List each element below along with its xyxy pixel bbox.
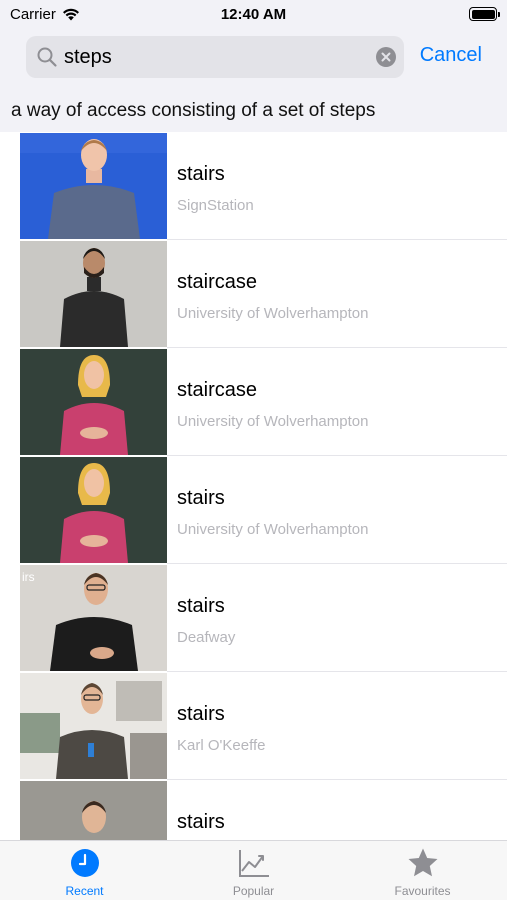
clock-icon <box>69 847 101 879</box>
results-list: stairs SignStation staircase University … <box>0 132 507 840</box>
signer-image <box>20 673 167 779</box>
result-title: stairs <box>177 811 225 833</box>
signer-image <box>20 349 167 455</box>
clear-search-icon[interactable] <box>376 47 396 67</box>
tab-popular[interactable]: Popular <box>169 841 338 900</box>
tab-label: Favourites <box>394 884 451 898</box>
result-title: staircase <box>177 379 258 401</box>
video-thumbnail <box>20 241 167 347</box>
chart-icon <box>238 847 270 879</box>
status-time: 12:40 AM <box>220 6 287 23</box>
signer-image <box>20 781 167 840</box>
result-title: stairs <box>177 487 225 509</box>
result-row[interactable]: stairs University of Wolverhampton <box>0 456 507 564</box>
result-title: stairs <box>177 595 225 617</box>
search-field[interactable]: steps <box>26 36 404 78</box>
search-icon <box>37 47 57 67</box>
result-source: University of Wolverhampton <box>177 521 369 538</box>
result-title: stairs <box>177 703 225 725</box>
video-thumbnail <box>20 133 167 239</box>
thumbnail-caption: irs <box>22 570 35 584</box>
result-source: University of Wolverhampton <box>177 413 369 430</box>
tab-favourites[interactable]: Favourites <box>338 841 507 900</box>
signer-image <box>20 133 167 239</box>
search-header: steps Cancel <box>0 30 507 90</box>
cancel-button[interactable]: Cancel <box>420 44 482 67</box>
video-thumbnail <box>20 349 167 455</box>
definition-bar: a way of access consisting of a set of s… <box>0 90 507 132</box>
signer-image <box>20 241 167 347</box>
result-row[interactable]: staircase University of Wolverhampton <box>0 240 507 348</box>
video-thumbnail <box>20 457 167 563</box>
tab-label: Recent <box>65 884 104 898</box>
result-source: Deafway <box>177 629 236 646</box>
battery-icon <box>469 7 500 21</box>
result-source: Karl O'Keeffe <box>177 737 266 754</box>
video-thumbnail <box>20 781 167 840</box>
result-row[interactable]: stairs SignStation <box>0 132 507 240</box>
video-thumbnail <box>20 673 167 779</box>
result-row[interactable]: stairs <box>0 780 507 840</box>
search-input[interactable]: steps <box>64 36 112 78</box>
tab-recent[interactable]: Recent <box>0 841 169 900</box>
result-title: stairs <box>177 163 225 185</box>
tab-bar: Recent Popular Favourites <box>0 840 507 900</box>
signer-image <box>20 457 167 563</box>
video-thumbnail: irs <box>20 565 167 671</box>
status-bar: Carrier 12:40 AM <box>0 0 507 30</box>
definition-text: a way of access consisting of a set of s… <box>11 100 376 121</box>
tab-label: Popular <box>232 884 275 898</box>
star-icon <box>407 847 439 879</box>
result-row[interactable]: staircase University of Wolverhampton <box>0 348 507 456</box>
signer-image: irs <box>20 565 167 671</box>
result-source: SignStation <box>177 197 254 214</box>
result-source: University of Wolverhampton <box>177 305 369 322</box>
result-row[interactable]: irs stairs Deafway <box>0 564 507 672</box>
result-row[interactable]: stairs Karl O'Keeffe <box>0 672 507 780</box>
result-title: staircase <box>177 271 258 293</box>
